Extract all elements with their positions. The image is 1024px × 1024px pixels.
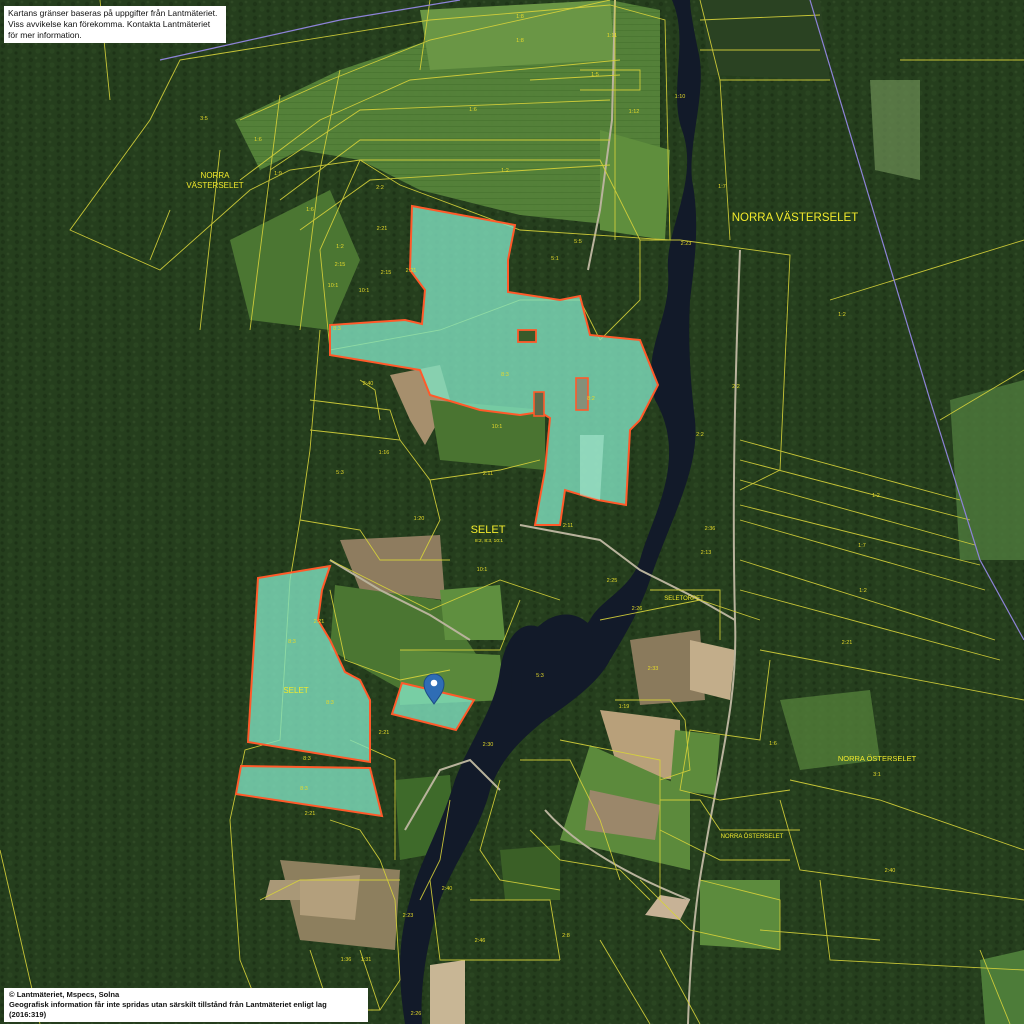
- parcel-label: 1:8: [516, 38, 524, 44]
- parcel-label: 2:11: [483, 471, 493, 477]
- parcel-label: 2:26: [411, 1011, 422, 1017]
- place-label: NORRA: [201, 171, 231, 180]
- parcel-label: 1:6: [769, 741, 777, 747]
- place-label-sub: 8:2, 8:3, 10:1: [475, 538, 503, 544]
- parcel-label: 1:9: [274, 171, 282, 177]
- parcel-label: 1:2: [501, 168, 509, 174]
- parcel-label: 2:13: [701, 550, 712, 556]
- parcel-label: 8:3: [326, 700, 334, 706]
- parcel-label: 2:23: [403, 913, 414, 919]
- parcel-label: 3:1: [873, 772, 881, 778]
- parcel-label: 2:21: [379, 730, 390, 736]
- parcel-label: 1:2: [872, 493, 880, 499]
- parcel-label: 2:21: [305, 811, 316, 817]
- place-label: SELET: [471, 524, 506, 536]
- parcel-label: 5:5: [574, 239, 582, 245]
- parcel-label: 1:6: [306, 207, 314, 213]
- parcel-label: 1:8: [516, 14, 524, 20]
- parcel-label: 8:3: [288, 639, 296, 645]
- parcel-label: 1:11: [607, 33, 617, 39]
- parcel-label: 5:3: [336, 470, 344, 476]
- aerial-map[interactable]: NORRA VÄSTERSELET NORRA VÄSTERSELET SELE…: [0, 0, 1024, 1024]
- parcel-label: 2:36: [705, 526, 716, 532]
- parcel-label: 1:2: [859, 588, 867, 594]
- parcel-label: 2:46: [475, 938, 486, 944]
- parcel-label: 1:12: [629, 109, 640, 115]
- parcel-label: 2:23: [681, 241, 692, 247]
- attribution-line: Geografisk information får inte spridas …: [9, 1000, 327, 1019]
- parcel-label: 2:30: [483, 742, 494, 748]
- parcel-label: 10:1: [359, 288, 370, 294]
- parcel-label: 2:25: [607, 578, 618, 584]
- parcel-label: 2:21: [406, 268, 417, 274]
- parcel-label: 2:8: [562, 933, 570, 939]
- attribution-line: © Lantmäteriet, Mspecs, Solna: [9, 990, 120, 999]
- disclaimer-line: Kartans gränser baseras på uppgifter frå…: [8, 8, 218, 18]
- parcel-label: 1:7: [718, 184, 726, 190]
- place-label: NORRA ÖSTERSELET: [838, 754, 917, 763]
- parcel-label: 2:40: [885, 868, 896, 874]
- parcel-label: 2:15: [335, 262, 346, 268]
- parcel-label: 1:19: [619, 704, 630, 710]
- parcel-label: 2:21: [314, 619, 325, 625]
- parcel-label: 8:3: [333, 326, 341, 332]
- parcel-label: 8:3: [300, 786, 308, 792]
- parcel-label: 2:11: [563, 523, 573, 529]
- place-label: NORRA ÖSTERSELET: [721, 833, 784, 840]
- place-label: NORRA VÄSTERSELET: [732, 212, 859, 224]
- excluded-plot: [533, 391, 545, 417]
- parcel-label: 5:3: [536, 673, 544, 679]
- place-label: SELETORPET: [664, 596, 704, 602]
- excluded-plot: [575, 377, 589, 411]
- parcel-label: 1:2: [336, 244, 344, 250]
- parcel-label: 8:2: [587, 396, 595, 402]
- map-attribution: © Lantmäteriet, Mspecs, Solna Geografisk…: [4, 988, 368, 1022]
- parcel-label: 2:15: [381, 270, 392, 276]
- parcel-label: 2:33: [648, 666, 659, 672]
- parcel-label: 1:5: [591, 72, 599, 78]
- parcel-label: 5:1: [551, 256, 559, 262]
- parcel-label: 1:16: [379, 450, 390, 456]
- parcel-label: 10:1: [477, 567, 488, 573]
- parcel-label: 1:7: [858, 543, 866, 549]
- parcel-label: 1:2: [838, 312, 846, 318]
- parcel-label: 3:5: [200, 116, 208, 122]
- parcel-label: 8:3: [501, 372, 509, 378]
- parcel-label: 10:1: [328, 283, 339, 289]
- parcel-label: 10:1: [492, 424, 503, 430]
- parcel-label: 1:6: [469, 107, 477, 113]
- excluded-plot: [517, 329, 537, 343]
- parcel-label: 2:21: [842, 640, 853, 646]
- parcel-label: 2:21: [377, 226, 388, 232]
- parcel-label: 2:2: [376, 185, 384, 191]
- parcel-label: 1:31: [361, 957, 372, 963]
- parcel-label: 1:20: [414, 516, 425, 522]
- map-disclaimer: Kartans gränser baseras på uppgifter frå…: [4, 6, 226, 43]
- place-label: VÄSTERSELET: [186, 181, 243, 190]
- parcel-label: 2:40: [442, 886, 453, 892]
- map-view[interactable]: NORRA VÄSTERSELET NORRA VÄSTERSELET SELE…: [0, 0, 1024, 1024]
- parcel-label: 2:2: [696, 432, 704, 438]
- parcel-label: 8:3: [303, 756, 311, 762]
- disclaimer-line: Viss avvikelse kan förekomma. Kontakta L…: [8, 19, 211, 40]
- parcel-label: 1:6: [254, 137, 262, 143]
- parcel-label: 1:36: [341, 957, 352, 963]
- parcel-label: 2:26: [632, 606, 643, 612]
- parcel-label: 2:2: [732, 384, 740, 390]
- place-label: SELET: [283, 686, 308, 695]
- parcel-label: 1:10: [675, 94, 686, 100]
- parcel-label: 2:40: [363, 381, 374, 387]
